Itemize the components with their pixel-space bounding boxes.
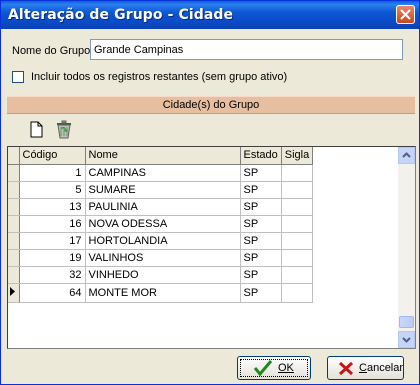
column-header-codigo[interactable]: Código	[19, 147, 86, 165]
ok-button-label: OK	[278, 362, 294, 374]
cell-estado[interactable]: SP	[240, 198, 282, 216]
table-row[interactable]: 1 CAMPINAS SP	[8, 164, 314, 182]
cell-estado[interactable]: SP	[240, 232, 282, 250]
cell-nome[interactable]: MONTE MOR	[85, 283, 241, 303]
cell-nome[interactable]: VALINHOS	[85, 249, 241, 267]
cell-sigla[interactable]	[281, 249, 314, 267]
cell-sigla[interactable]	[281, 232, 314, 250]
ok-button[interactable]: OK	[237, 356, 311, 380]
cell-nome[interactable]: VINHEDO	[85, 266, 241, 284]
cell-sigla[interactable]	[281, 283, 314, 303]
table-row[interactable]: 16 NOVA ODESSA SP	[8, 215, 314, 233]
cell-nome[interactable]: NOVA ODESSA	[85, 215, 241, 233]
cancel-x-icon	[338, 361, 354, 376]
delete-record-button[interactable]	[53, 118, 75, 140]
scroll-down-button[interactable]	[398, 331, 415, 348]
chevron-up-icon	[402, 152, 411, 158]
cell-codigo[interactable]: 19	[19, 249, 86, 267]
cell-nome[interactable]: CAMPINAS	[85, 164, 241, 182]
cancel-button-label: Cancelar	[359, 362, 404, 374]
vertical-scrollbar[interactable]	[398, 147, 415, 348]
cell-estado[interactable]: SP	[240, 164, 282, 182]
cell-nome[interactable]: HORTOLANDIA	[85, 232, 241, 250]
table-row[interactable]: 32 VINHEDO SP	[8, 266, 314, 284]
cell-codigo[interactable]: 13	[19, 198, 86, 216]
row-indicator[interactable]	[8, 266, 20, 284]
close-icon	[400, 9, 411, 20]
cancel-button[interactable]: Cancelar	[327, 356, 404, 380]
cell-sigla[interactable]	[281, 266, 314, 284]
cell-sigla[interactable]	[281, 198, 314, 216]
cell-codigo[interactable]: 1	[19, 164, 86, 182]
column-header-nome[interactable]: Nome	[85, 147, 241, 165]
table-row[interactable]: 5 SUMARE SP	[8, 181, 314, 199]
row-indicator[interactable]	[8, 215, 20, 233]
cell-codigo[interactable]: 17	[19, 232, 86, 250]
recycle-bin-icon	[57, 120, 71, 139]
checkmark-icon	[253, 360, 273, 377]
row-indicator-header	[8, 147, 20, 165]
new-record-button[interactable]	[25, 118, 47, 140]
cell-codigo[interactable]: 5	[19, 181, 86, 199]
table-row[interactable]: 64 MONTE MOR SP	[8, 283, 314, 303]
cities-grid[interactable]: Código Nome Estado Sigla 1 CAMPINAS SP 5 SUM…	[7, 146, 416, 349]
include-all-checkbox[interactable]	[12, 71, 24, 83]
cell-nome[interactable]: SUMARE	[85, 181, 241, 199]
column-header-sigla[interactable]: Sigla	[281, 147, 314, 165]
cell-sigla[interactable]	[281, 164, 314, 182]
row-indicator[interactable]	[8, 283, 20, 303]
close-button[interactable]	[396, 5, 415, 24]
cell-estado[interactable]: SP	[240, 249, 282, 267]
cities-section-header: Cidade(s) do Grupo	[7, 96, 415, 114]
cell-estado[interactable]: SP	[240, 266, 282, 284]
table-row[interactable]: 17 HORTOLANDIA SP	[8, 232, 314, 250]
table-row[interactable]: 19 VALINHOS SP	[8, 249, 314, 267]
chevron-down-icon	[402, 337, 411, 343]
dialog-window: Alteração de Grupo - Cidade Nome do Grup…	[0, 0, 420, 385]
scroll-up-button[interactable]	[398, 147, 415, 164]
group-name-label: Nome do Grupo	[12, 45, 91, 57]
cell-sigla[interactable]	[281, 215, 314, 233]
window-title: Alteração de Grupo - Cidade	[8, 7, 234, 23]
cell-nome[interactable]: PAULINIA	[85, 198, 241, 216]
current-row-arrow-icon	[10, 286, 15, 296]
row-indicator[interactable]	[8, 232, 20, 250]
scroll-thumb[interactable]	[399, 316, 414, 328]
grid-toolbar	[7, 113, 415, 145]
group-name-input[interactable]	[90, 39, 403, 60]
title-bar[interactable]: Alteração de Grupo - Cidade	[1, 1, 419, 29]
cell-codigo[interactable]: 32	[19, 266, 86, 284]
column-header-estado[interactable]: Estado	[240, 147, 282, 165]
new-document-icon	[30, 121, 43, 138]
row-indicator[interactable]	[8, 181, 20, 199]
include-all-label: Incluir todos os registros restantes (se…	[31, 71, 288, 83]
cell-codigo[interactable]: 64	[19, 283, 86, 303]
cell-estado[interactable]: SP	[240, 181, 282, 199]
row-indicator[interactable]	[8, 164, 20, 182]
cell-estado[interactable]: SP	[240, 283, 282, 303]
row-indicator[interactable]	[8, 198, 20, 216]
cell-estado[interactable]: SP	[240, 215, 282, 233]
table-row[interactable]: 13 PAULINIA SP	[8, 198, 314, 216]
cell-sigla[interactable]	[281, 181, 314, 199]
row-indicator[interactable]	[8, 249, 20, 267]
cell-codigo[interactable]: 16	[19, 215, 86, 233]
